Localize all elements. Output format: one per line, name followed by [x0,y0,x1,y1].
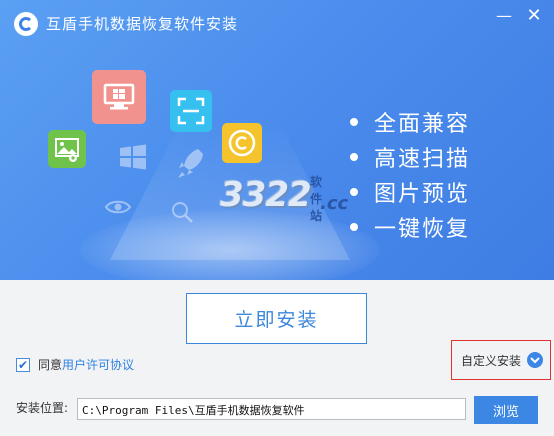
feature-item: 高速扫描 [350,139,470,174]
install-path-field[interactable]: C:\Program Files\互盾手机数据恢复软件 [77,398,466,420]
windows-icon [120,144,146,170]
chevron-down-icon [527,352,543,368]
install-path-row: 安装位置: [16,399,68,416]
photo-icon [48,130,86,168]
custom-install-button[interactable]: 自定义安装 [451,340,551,380]
feature-item: 图片预览 [350,174,470,209]
agreement-prefix: 同意 [38,358,63,372]
check-icon: ✔ [17,357,29,372]
bullet-icon [350,187,358,196]
eye-icon [104,200,132,214]
agreement-row: ✔ 同意 用户许可协议 [16,356,134,373]
window-title: 互盾手机数据恢复软件安装 [46,15,239,33]
close-button[interactable]: ✕ [520,4,548,26]
search-icon [172,202,193,223]
license-agreement-link[interactable]: 用户许可协议 [62,356,134,373]
monitor-windows-icon [92,70,146,124]
platform-glow [80,210,380,280]
install-now-button[interactable]: 立即安装 [186,293,367,344]
install-path-label: 安装位置: [16,401,69,415]
feature-item: 全面兼容 [350,104,470,139]
bullet-icon [350,117,358,126]
title-bar: 互盾手机数据恢复软件安装 — ✕ [0,0,554,40]
copyright-icon [222,123,262,163]
agreement-checkbox[interactable]: ✔ [16,357,30,372]
bullet-icon [350,222,358,231]
watermark-number: 3322 [220,175,312,215]
banner: 互盾手机数据恢复软件安装 — ✕ 3322 软件站 .cc 全面兼容 高速扫描 … [0,0,554,280]
app-logo-icon [14,12,38,36]
minimize-button[interactable]: — [490,4,518,26]
feature-list: 全面兼容 高速扫描 图片预览 一键恢复 [350,104,470,244]
watermark-domain: .cc [320,193,349,214]
browse-button[interactable]: 浏览 [474,396,538,424]
bullet-icon [350,152,358,161]
custom-install-label: 自定义安装 [460,353,521,368]
watermark: 3322 软件站 .cc [220,175,348,223]
scan-icon [170,90,212,132]
feature-item: 一键恢复 [350,209,470,244]
rocket-icon [178,149,203,178]
